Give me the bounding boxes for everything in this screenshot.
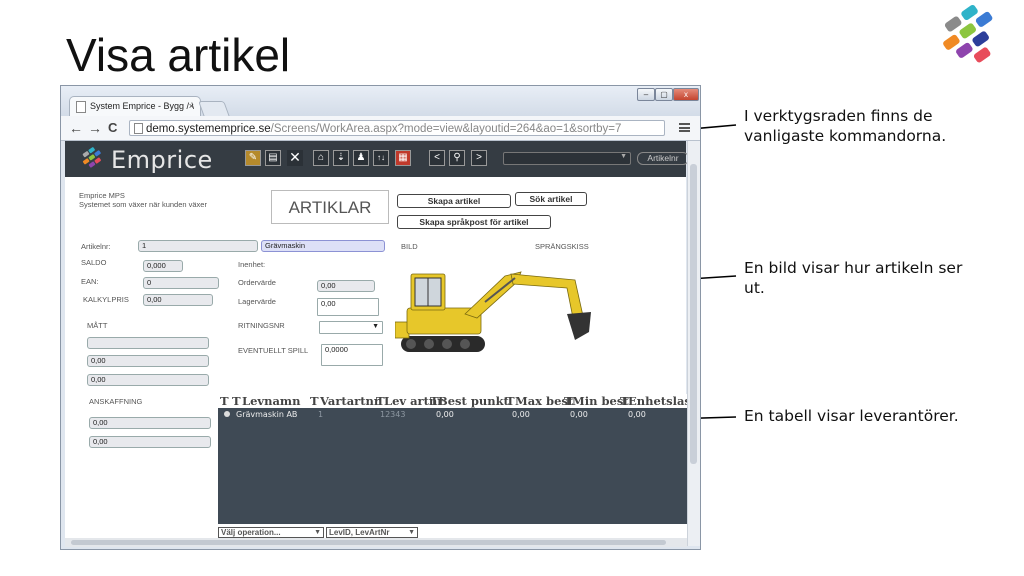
anskaffning-input-1[interactable]: 0,00: [89, 417, 211, 429]
close-window-button[interactable]: x: [673, 88, 699, 101]
down-icon[interactable]: ⇣: [333, 150, 349, 166]
excavator-image: [395, 271, 591, 352]
sort-select[interactable]: LevID, LevArtNr ▼: [326, 527, 418, 538]
app-header: Emprice ✎ ▤ ✕ ⌂ ⇣ ♟ ↑↓ ▦ < ⚲ > ▼ Artikel…: [65, 141, 689, 177]
search-article-button[interactable]: Sök artikel: [515, 192, 587, 206]
home-icon[interactable]: ⌂: [313, 150, 329, 166]
page-heading: ARTIKLAR: [271, 190, 389, 224]
ordervarde-input[interactable]: 0,00: [317, 280, 375, 292]
cell-minbest: 0,00: [570, 410, 588, 419]
operation-select-value: Välj operation...: [221, 528, 281, 537]
page-icon: [134, 123, 143, 134]
new-tab-button[interactable]: [198, 101, 230, 117]
cell-levartnr: 12343: [380, 410, 406, 419]
app-logo-text: Emprice: [111, 146, 213, 174]
emprice-logo-icon: [82, 147, 101, 168]
person-icon[interactable]: ♟: [353, 150, 369, 166]
page-icon: [76, 101, 86, 113]
filter-icon[interactable]: T: [220, 394, 229, 408]
browser-menu-icon[interactable]: [679, 123, 690, 132]
article-name-input[interactable]: Grävmaskin: [261, 240, 385, 252]
cell-bestpunkt: 0,00: [436, 410, 454, 419]
bild-label: BILD: [401, 242, 418, 251]
next-icon[interactable]: >: [471, 150, 487, 166]
filter-icon[interactable]: T: [232, 394, 241, 408]
lagervarde-label: Lagervärde: [238, 297, 276, 306]
ordervarde-label: Ordervärde: [238, 278, 276, 287]
url-bar: ← → C demo.systememprice.se/Screens/Work…: [61, 116, 700, 141]
ritningsnr-select[interactable]: ▼: [319, 321, 383, 334]
lagervarde-input[interactable]: 0,00: [317, 298, 379, 316]
browser-tab[interactable]: System Emprice - Bygg / \ ×: [69, 96, 201, 116]
column-header-levnamn[interactable]: Levnamn: [242, 394, 300, 408]
artikelnr-input[interactable]: 1: [138, 240, 258, 252]
saldo-label: SALDO: [81, 258, 107, 267]
vertical-scroll-thumb[interactable]: [690, 164, 697, 464]
table-row[interactable]: Grävmaskin AB 1 12343 0,00 0,00 0,00 0,0…: [218, 408, 687, 421]
minimize-button[interactable]: –: [637, 88, 655, 101]
ean-label: EAN:: [81, 277, 99, 286]
url-path: /Screens/WorkArea.aspx?mode=view&layouti…: [270, 123, 622, 135]
cell-levnamn: Grävmaskin AB: [236, 410, 298, 419]
company-tagline: Systemet som växer när kunden växer: [79, 200, 207, 209]
save-icon[interactable]: ▤: [265, 150, 281, 166]
ritningsnr-label: RITNINGSNR: [238, 321, 285, 330]
horizontal-scroll-thumb[interactable]: [71, 540, 666, 545]
column-header-enhetslast[interactable]: Enhetslast: [628, 394, 687, 408]
kalkylpris-label: KALKYLPRIS: [83, 295, 129, 304]
create-article-button[interactable]: Skapa artikel: [397, 194, 511, 208]
tab-title: System Emprice - Bygg / \: [90, 101, 195, 111]
chevron-down-icon: ▼: [314, 529, 321, 536]
edit-icon[interactable]: ✎: [245, 150, 261, 166]
sort-icon[interactable]: ↑↓: [373, 150, 389, 166]
matt-input-2[interactable]: 0,00: [87, 355, 209, 367]
inenhet-label: Inenhet:: [238, 260, 266, 269]
chevron-down-icon: ▼: [620, 153, 627, 160]
filter-icon[interactable]: T: [310, 394, 319, 408]
supplier-grid-header: T T Levnamn T Vartartnr T Lev artnr T Be…: [218, 394, 687, 408]
saldo-input[interactable]: 0,000: [143, 260, 183, 272]
row-radio-icon[interactable]: [224, 411, 230, 417]
filter-icon[interactable]: T: [506, 394, 515, 408]
anskaffning-input-2[interactable]: 0,00: [89, 436, 211, 448]
operation-select[interactable]: Välj operation... ▼: [218, 527, 324, 538]
spill-label: EVENTUELLT SPILL: [238, 346, 309, 355]
quick-search-select[interactable]: ▼: [503, 152, 631, 165]
artikelnr-search-button[interactable]: Artikelnr: [637, 152, 689, 165]
column-header-vartartnr[interactable]: Vartartnr: [320, 394, 380, 408]
supplier-grid-body: [218, 408, 687, 524]
tab-bar: System Emprice - Bygg / \ × – ▢ x: [61, 86, 700, 117]
close-icon[interactable]: ✕: [287, 150, 303, 166]
kalkylpris-input[interactable]: 0,00: [143, 294, 213, 306]
address-input[interactable]: demo.systememprice.se/Screens/WorkArea.a…: [129, 120, 665, 136]
forward-icon[interactable]: →: [88, 120, 102, 136]
matt-input-1[interactable]: [87, 337, 209, 349]
matt-label: MÅTT: [87, 321, 108, 330]
column-header-bestpunkt[interactable]: Best punkt: [438, 394, 509, 408]
matt-input-3[interactable]: 0,00: [87, 374, 209, 386]
url-host: demo.systememprice.se: [146, 123, 271, 135]
browser-window: System Emprice - Bygg / \ × – ▢ x ← → C …: [60, 85, 701, 550]
ean-input[interactable]: 0: [143, 277, 219, 289]
back-icon[interactable]: ←: [69, 120, 83, 136]
reload-icon[interactable]: C: [108, 120, 117, 136]
sprangskiss-label: SPRÄNGSKISS: [535, 242, 589, 251]
tab-close-icon[interactable]: ×: [189, 97, 194, 116]
cell-enhetslast: 0,00: [628, 410, 646, 419]
company-name: Emprice MPS: [79, 191, 125, 200]
chevron-down-icon: ▼: [408, 529, 415, 536]
cell-maxbest: 0,00: [512, 410, 530, 419]
sort-select-value: LevID, LevArtNr: [329, 528, 390, 537]
pdf-icon[interactable]: ▦: [395, 150, 411, 166]
spill-input[interactable]: 0,0000: [321, 344, 383, 366]
anskaffning-label: ANSKAFFNING: [89, 397, 143, 406]
artikelnr-label: Artikelnr:: [81, 242, 111, 251]
prev-icon[interactable]: <: [429, 150, 445, 166]
cell-vartartnr: 1: [318, 410, 324, 419]
create-language-post-button[interactable]: Skapa språkpost för artikel: [397, 215, 551, 229]
maximize-button[interactable]: ▢: [655, 88, 673, 101]
chevron-down-icon: ▼: [372, 323, 379, 330]
search-icon[interactable]: ⚲: [449, 150, 465, 166]
